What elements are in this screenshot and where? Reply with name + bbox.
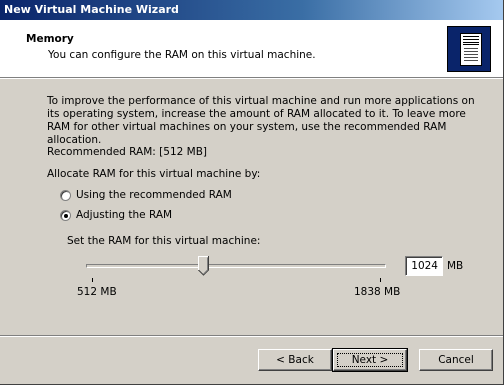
ram-unit-label: MB [447,260,464,272]
slider-tick-max [380,278,381,282]
set-ram-label: Set the RAM for this virtual machine: [67,235,261,247]
page-title: Memory [26,33,74,45]
slider-min-label: 512 MB [77,286,117,298]
page-subtitle: You can configure the RAM on this virtua… [48,49,316,61]
ram-slider-track[interactable] [86,264,386,268]
slider-tick-min [92,278,93,282]
wizard-window: New Virtual Machine Wizard Memory You ca… [0,0,504,385]
recommended-ram-label: Recommended RAM: [512 MB] [47,146,208,158]
radio-label-adjusting[interactable]: Adjusting the RAM [76,209,172,221]
next-button[interactable]: Next > [332,348,408,372]
server-tower-icon [447,26,491,72]
radio-button-adjusting[interactable] [60,210,71,221]
slider-max-label: 1838 MB [354,286,401,298]
back-button[interactable]: < Back [258,349,332,371]
title-bar: New Virtual Machine Wizard [0,0,503,20]
ram-amount-field[interactable]: 1024 [405,256,443,276]
footer-divider [0,335,503,337]
cancel-button[interactable]: Cancel [419,349,493,371]
radio-button-recommended[interactable] [60,190,71,201]
ram-slider-thumb[interactable] [198,256,210,276]
description-text: To improve the performance of this virtu… [47,95,475,146]
allocate-ram-label: Allocate RAM for this virtual machine by… [47,168,261,180]
wizard-header: Memory You can configure the RAM on this… [0,20,503,79]
radio-label-recommended[interactable]: Using the recommended RAM [76,189,232,201]
